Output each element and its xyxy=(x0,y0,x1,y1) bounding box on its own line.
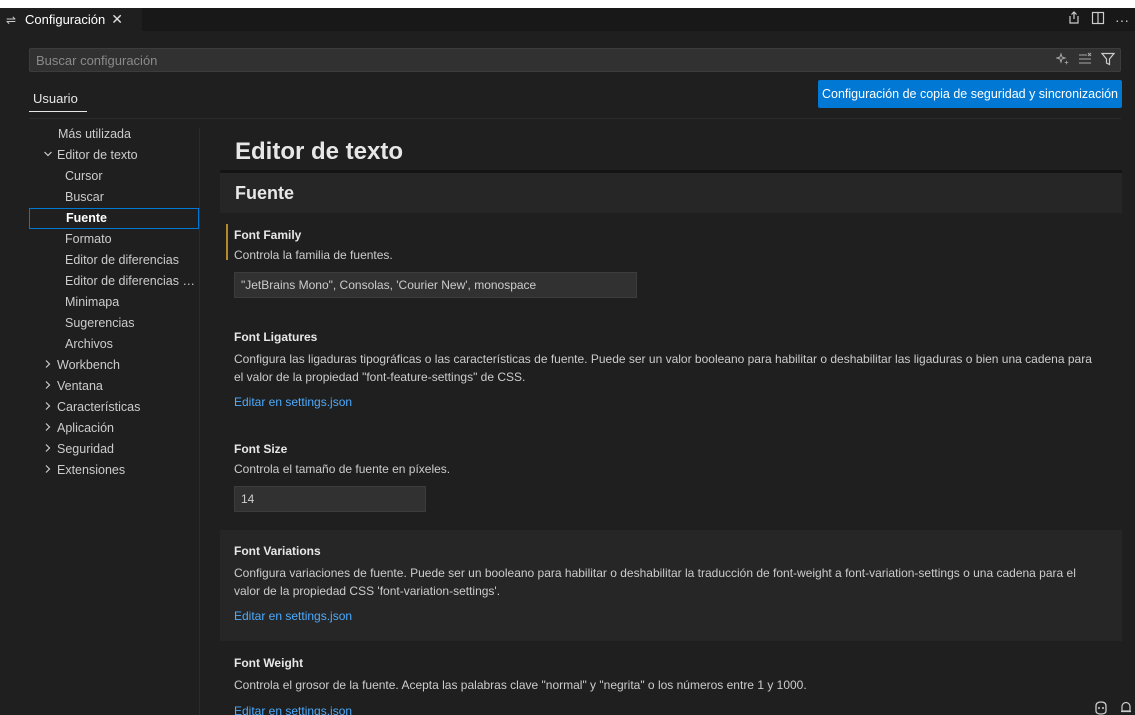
toc-item-label: Extensiones xyxy=(57,463,126,477)
subsection-header xyxy=(220,173,1122,213)
setting-description: Configura las ligaduras tipográficas o l… xyxy=(234,352,1092,384)
notifications-bell-icon[interactable] xyxy=(1119,701,1133,715)
setting-font-variations: Font Variations Configura variaciones de… xyxy=(220,530,1122,641)
toc-item-diff-editor-2[interactable]: Editor de diferencias d... xyxy=(29,271,199,292)
screen: ⇌ Configuración ✕ ··· Buscar configuraci… xyxy=(0,0,1135,715)
toc-item-window[interactable]: Ventana xyxy=(29,376,199,397)
edit-in-settings-json-link[interactable]: Editar en settings.json xyxy=(234,704,352,715)
settings-search-box xyxy=(29,48,1121,72)
editor-actions: ··· xyxy=(1067,8,1129,31)
setting-description: Configura variaciones de fuente. Puede s… xyxy=(234,566,1076,598)
tab-settings[interactable]: ⇌ Configuración ✕ xyxy=(0,8,142,31)
toc-item-font[interactable]: Fuente xyxy=(29,208,199,229)
toc-item-most-used[interactable]: Más utilizada xyxy=(29,124,199,145)
toc-item-minimap[interactable]: Minimapa xyxy=(29,292,199,313)
ai-sparkle-icon[interactable] xyxy=(1055,51,1070,69)
font-family-input[interactable] xyxy=(234,272,637,298)
open-json-icon[interactable] xyxy=(1067,11,1081,28)
editor-tab-bar: ⇌ Configuración ✕ ··· xyxy=(0,8,1135,31)
toc-item-files[interactable]: Archivos xyxy=(29,334,199,355)
toc-item-label: Ventana xyxy=(57,379,103,393)
settings-list: Editor de texto Fuente Font Family Contr… xyxy=(220,124,1122,715)
setting-font-size: Font Size Controla el tamaño de fuente e… xyxy=(220,438,1122,518)
font-size-input[interactable] xyxy=(234,486,426,512)
setting-title: Font Size xyxy=(234,442,288,456)
chevron-right-icon xyxy=(43,356,57,376)
toc-sash[interactable] xyxy=(199,128,200,715)
toc-item-diff-editor[interactable]: Editor de diferencias xyxy=(29,250,199,271)
toc-item-application[interactable]: Aplicación xyxy=(29,418,199,439)
more-actions-icon[interactable]: ··· xyxy=(1115,12,1129,28)
setting-title: Font Ligatures xyxy=(234,330,318,344)
chevron-right-icon xyxy=(43,377,57,397)
filter-icon[interactable] xyxy=(1100,52,1116,69)
tab-label: Configuración xyxy=(25,12,106,27)
setting-description: Controla la familia de fuentes. xyxy=(234,248,393,262)
edit-in-settings-json-link[interactable]: Editar en settings.json xyxy=(234,609,352,623)
setting-title: Font Variations xyxy=(234,544,321,558)
toc-item-label: Aplicación xyxy=(57,421,114,435)
toc-item-label: Características xyxy=(57,400,141,414)
toc-item-find[interactable]: Buscar xyxy=(29,187,199,208)
modified-indicator xyxy=(226,224,228,260)
setting-description: Controla el tamaño de fuente en píxeles. xyxy=(234,462,451,476)
settings-sliders-icon: ⇌ xyxy=(6,12,17,27)
chevron-right-icon xyxy=(43,461,57,481)
close-icon[interactable]: ✕ xyxy=(111,11,123,28)
toc-item-formatting[interactable]: Formato xyxy=(29,229,199,250)
section-title: Editor de texto xyxy=(235,138,404,165)
toc-item-text-editor[interactable]: Editor de texto xyxy=(29,145,199,166)
split-editor-icon[interactable] xyxy=(1091,11,1105,28)
toc-item-extensions[interactable]: Extensiones xyxy=(29,460,199,481)
clear-filter-icon[interactable] xyxy=(1078,52,1093,69)
copilot-icon[interactable] xyxy=(1093,701,1109,715)
subsection-title: Fuente xyxy=(235,183,295,203)
setting-font-weight: Font Weight Controla el grosor de la fue… xyxy=(220,652,1122,715)
status-bar-icons xyxy=(1093,701,1133,715)
active-tab-indicator xyxy=(29,111,87,112)
settings-toc: Más utilizada Editor de texto Cursor Bus… xyxy=(29,124,199,481)
settings-window: ⇌ Configuración ✕ ··· Buscar configuraci… xyxy=(0,8,1135,715)
backup-sync-button[interactable]: Configuración de copia de seguridad y si… xyxy=(818,80,1122,108)
setting-title: Font Weight xyxy=(234,656,304,670)
tab-user-scope[interactable]: Usuario xyxy=(33,91,78,106)
toc-item-label: Editor de texto xyxy=(57,148,138,162)
toc-item-suggestions[interactable]: Sugerencias xyxy=(29,313,199,334)
setting-font-ligatures: Font Ligatures Configura las ligaduras t… xyxy=(220,326,1122,416)
toc-item-label: Workbench xyxy=(57,358,120,372)
chevron-right-icon xyxy=(43,419,57,439)
toc-item-security[interactable]: Seguridad xyxy=(29,439,199,460)
chevron-right-icon xyxy=(43,440,57,460)
search-tools xyxy=(1055,51,1120,69)
chevron-down-icon xyxy=(43,146,57,166)
edit-in-settings-json-link[interactable]: Editar en settings.json xyxy=(234,395,352,409)
setting-title: Font Family xyxy=(234,228,302,242)
toc-item-workbench[interactable]: Workbench xyxy=(29,355,199,376)
toc-item-cursor[interactable]: Cursor xyxy=(29,166,199,187)
setting-description: Controla el grosor de la fuente. Acepta … xyxy=(234,678,807,692)
chevron-right-icon xyxy=(43,398,57,418)
scope-divider xyxy=(29,118,1121,119)
toc-item-label: Seguridad xyxy=(57,442,114,456)
search-input[interactable] xyxy=(30,49,1056,71)
setting-font-family: Font Family Controla la familia de fuent… xyxy=(220,224,1122,304)
toc-item-features[interactable]: Características xyxy=(29,397,199,418)
